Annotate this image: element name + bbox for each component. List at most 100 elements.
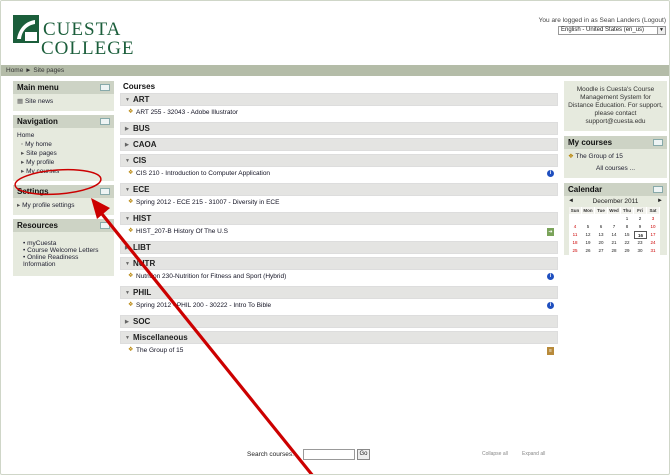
calendar-day[interactable]: 26 [582, 247, 595, 255]
calendar-day[interactable]: 25 [569, 247, 582, 255]
calendar-day[interactable]: 17 [647, 231, 660, 239]
site-news-link[interactable]: ▦ Site news [17, 97, 110, 106]
calendar-day[interactable]: 4 [569, 223, 582, 231]
page: CUESTA COLLEGE You are logged in as Sean… [0, 0, 670, 475]
category-header[interactable]: ▼ PHIL [120, 286, 558, 299]
collapse-triangle-icon[interactable]: ▼ [125, 94, 133, 106]
chevron-down-icon[interactable]: ▼ [657, 27, 665, 34]
category-header[interactable]: ▼ HIST [120, 212, 558, 225]
calendar-day[interactable]: 27 [595, 247, 608, 255]
all-courses-link[interactable]: All courses ... [568, 164, 663, 173]
calendar-day[interactable]: 8 [621, 223, 634, 231]
block-toggle-icon[interactable] [653, 139, 663, 146]
my-profile-settings-link[interactable]: ▸ My profile settings [17, 201, 110, 210]
expand-triangle-icon[interactable]: ▶ [125, 242, 133, 254]
calendar-day[interactable]: 12 [582, 231, 595, 239]
category-header[interactable]: ▶ CAOA [120, 138, 558, 151]
cuesta-college-logo[interactable]: CUESTA COLLEGE [13, 15, 163, 57]
course-link[interactable]: ❖ The Group of 15 ≡ [120, 344, 558, 357]
block-toggle-icon[interactable] [653, 186, 663, 193]
nav-my-home[interactable]: ◦ My home [17, 140, 110, 149]
calendar-day[interactable]: 14 [608, 231, 621, 239]
expand-triangle-icon[interactable]: ▶ [125, 316, 133, 328]
nav-my-profile[interactable]: ▸ My profile [17, 158, 110, 167]
course-link[interactable]: ❖ HIST_207-B History Of The U.S ➜ [120, 225, 558, 238]
calendar-day[interactable]: 1 [621, 215, 634, 223]
calendar-day[interactable]: 6 [595, 223, 608, 231]
collapse-triangle-icon[interactable]: ▼ [125, 258, 133, 270]
block-toggle-icon[interactable] [100, 222, 110, 229]
category-header[interactable]: ▼ ECE [120, 183, 558, 196]
calendar-day[interactable]: 21 [608, 239, 621, 247]
calendar-day[interactable]: 20 [595, 239, 608, 247]
collapse-triangle-icon[interactable]: ▼ [125, 287, 133, 299]
calendar-day[interactable]: 10 [647, 223, 660, 231]
calendar-day[interactable]: 3 [647, 215, 660, 223]
course-link[interactable]: ❖ ART 255 - 32043 - Adobe Illustrator [120, 106, 558, 119]
collapse-all-link[interactable]: Collapse all [482, 451, 508, 457]
block-toggle-icon[interactable] [100, 188, 110, 195]
collapse-triangle-icon[interactable]: ▼ [125, 155, 133, 167]
nav-site-pages[interactable]: ▸ Site pages [17, 149, 110, 158]
calendar-day[interactable]: 31 [647, 247, 660, 255]
resource-mycuesta[interactable]: • myCuesta [17, 240, 110, 247]
expand-all-link[interactable]: Expand all [522, 451, 545, 457]
course-link[interactable]: ❖ Spring 2012 - PHIL 200 - 30222 - Intro … [120, 299, 558, 312]
category-header[interactable]: ▼ ART [120, 93, 558, 106]
calendar-day[interactable]: 18 [569, 239, 582, 247]
breadcrumb-text[interactable]: Home ► Site pages [6, 67, 64, 74]
go-button[interactable]: Go [357, 449, 370, 460]
calendar-day[interactable]: 19 [582, 239, 595, 247]
calendar-day[interactable]: 11 [569, 231, 582, 239]
nav-my-courses[interactable]: ▸ My courses [17, 167, 110, 176]
course-icon: ❖ [128, 199, 134, 205]
collapse-triangle-icon[interactable]: ▼ [125, 332, 133, 344]
next-month-icon[interactable]: ► [657, 196, 663, 207]
calendar-day[interactable]: 9 [634, 223, 647, 231]
calendar-empty-cell [582, 215, 595, 223]
course-link[interactable]: ❖ CIS 210 - Introduction to Computer Appl… [120, 167, 558, 180]
calendar-today[interactable]: 16 [634, 231, 647, 239]
calendar-day[interactable]: 22 [621, 239, 634, 247]
expand-triangle-icon[interactable]: ▶ [125, 123, 133, 135]
document-icon[interactable]: ≡ [547, 347, 554, 355]
calendar-day[interactable]: 30 [634, 247, 647, 255]
login-info[interactable]: You are logged in as Sean Landers (Logou… [539, 17, 666, 24]
collapse-triangle-icon[interactable]: ▼ [125, 184, 133, 196]
calendar-day[interactable]: 24 [647, 239, 660, 247]
info-icon[interactable]: i [547, 273, 554, 280]
course-link[interactable]: ❖ Spring 2012 - ECE 215 - 31007 - Diversi… [120, 196, 558, 209]
calendar-day[interactable]: 13 [595, 231, 608, 239]
settings-header: Settings [13, 185, 114, 198]
course-link[interactable]: ❖ Nutrition 230-Nutrition for Fitness and… [120, 270, 558, 283]
resource-welcome-letters[interactable]: • Course Welcome Letters [17, 247, 110, 254]
category-header[interactable]: ▶ SOC [120, 315, 558, 328]
calendar-day[interactable]: 29 [621, 247, 634, 255]
calendar-day[interactable]: 7 [608, 223, 621, 231]
category-header[interactable]: ▼ NUTR [120, 257, 558, 270]
search-courses-input[interactable] [303, 449, 355, 460]
right-column: Moodle is Cuesta's Course Management Sys… [564, 81, 667, 260]
category-header[interactable]: ▶ LIBT [120, 241, 558, 254]
block-toggle-icon[interactable] [100, 84, 110, 91]
calendar-day[interactable]: 2 [634, 215, 647, 223]
calendar-day[interactable]: 28 [608, 247, 621, 255]
breadcrumb: Home ► Site pages [1, 65, 669, 76]
calendar-day[interactable]: 23 [634, 239, 647, 247]
category-header[interactable]: ▼ CIS [120, 154, 558, 167]
collapse-triangle-icon[interactable]: ▼ [125, 213, 133, 225]
info-icon[interactable]: i [547, 302, 554, 309]
info-icon[interactable]: i [547, 170, 554, 177]
block-toggle-icon[interactable] [100, 118, 110, 125]
nav-home[interactable]: Home [17, 131, 110, 140]
calendar-day[interactable]: 15 [621, 231, 634, 239]
resource-online-readiness[interactable]: • Online Readiness Information [17, 254, 110, 268]
prev-month-icon[interactable]: ◄ [568, 196, 574, 207]
calendar-day[interactable]: 5 [582, 223, 595, 231]
enrol-icon[interactable]: ➜ [547, 228, 554, 236]
category-header[interactable]: ▶ BUS [120, 122, 558, 135]
language-select[interactable]: English - United States (en_us) ▼ [558, 26, 666, 35]
category-header[interactable]: ▼ Miscellaneous [120, 331, 558, 344]
expand-triangle-icon[interactable]: ▶ [125, 139, 133, 151]
my-course-link[interactable]: ❖ The Group of 15 [568, 152, 663, 161]
